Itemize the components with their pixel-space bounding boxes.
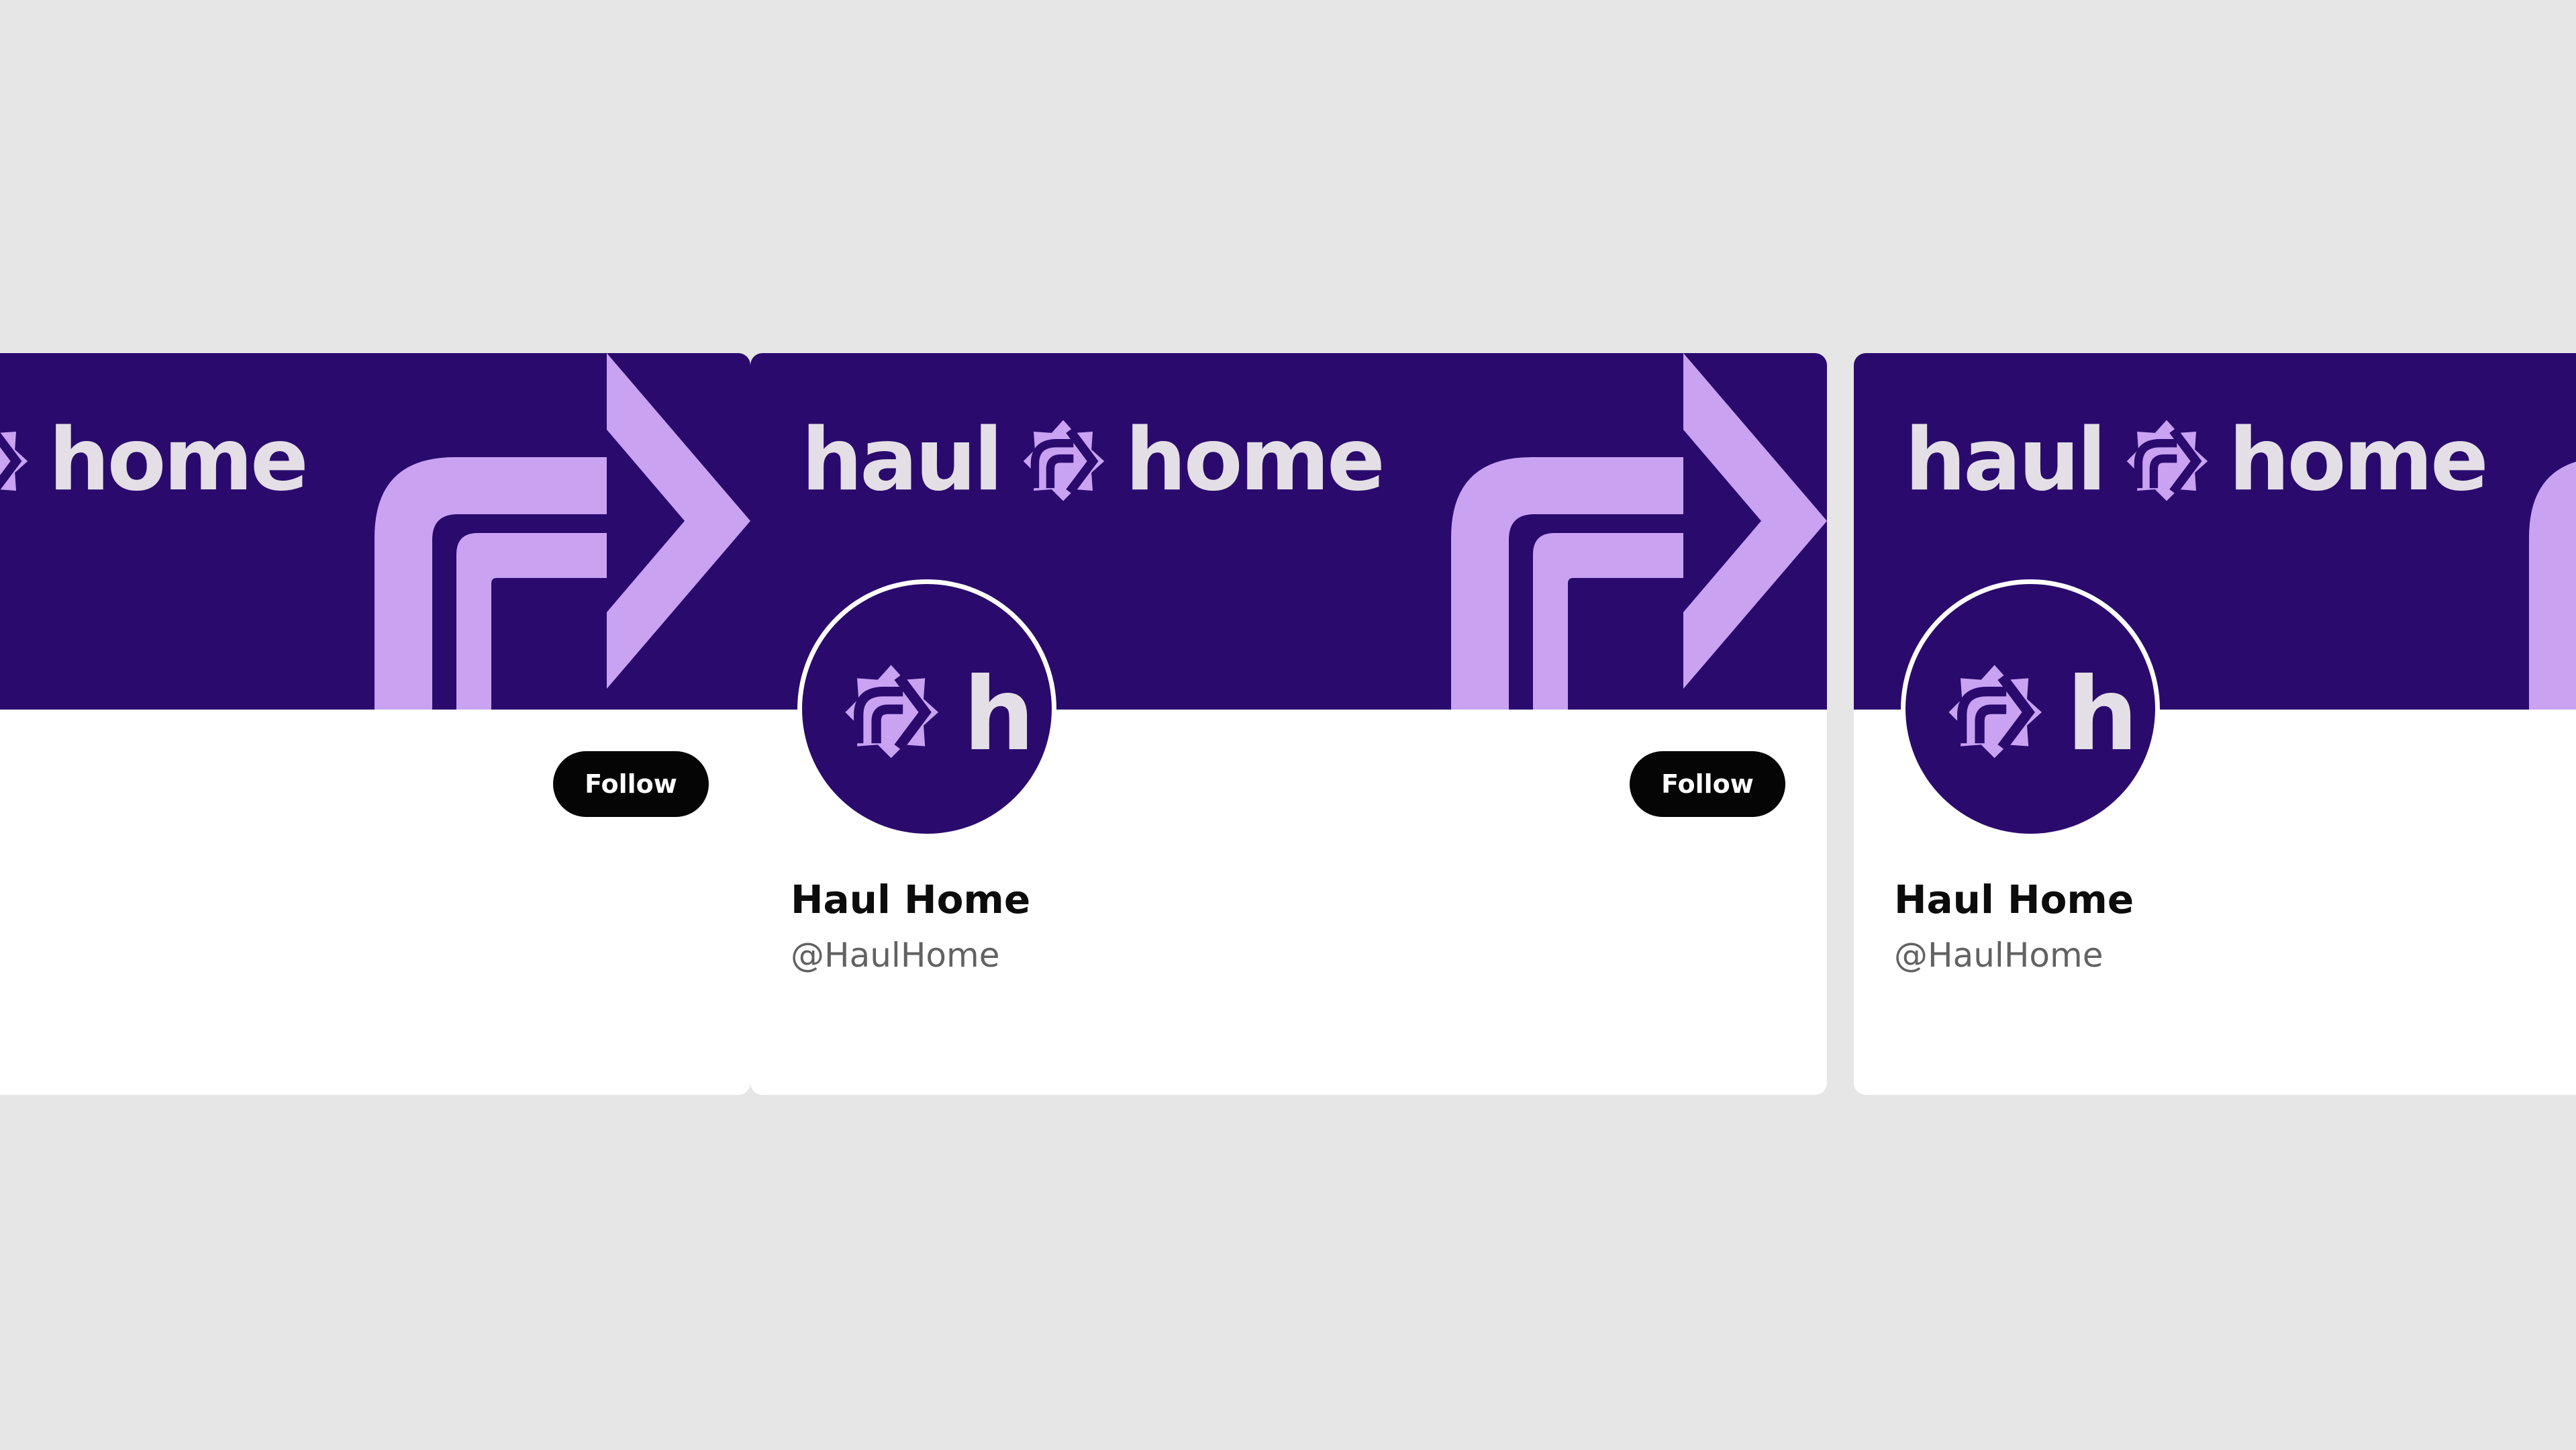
profile-banner: haul home xyxy=(0,353,750,710)
profile-card[interactable]: haul home h Haul Home @HaulHome xyxy=(1854,353,2576,1095)
haul-home-avatar-logo-icon: h xyxy=(802,657,1035,773)
banner-arrow-graphic xyxy=(364,353,750,710)
svg-text:h: h xyxy=(963,657,1035,773)
follow-button[interactable]: Follow xyxy=(1630,751,1785,817)
profile-card-carousel: haul home Follow haul home xyxy=(0,0,2576,1450)
profile-handle[interactable]: @HaulHome xyxy=(1894,936,2103,975)
profile-handle[interactable]: @HaulHome xyxy=(791,936,999,975)
profile-display-name[interactable]: Haul Home xyxy=(791,877,1030,922)
avatar[interactable]: h xyxy=(1901,579,2160,838)
haul-home-avatar-logo-icon: h xyxy=(1905,657,2138,773)
profile-display-name[interactable]: Haul Home xyxy=(1894,877,2134,922)
avatar[interactable]: h xyxy=(797,579,1056,838)
avatar-logo: h xyxy=(802,584,1052,834)
svg-text:h: h xyxy=(2067,657,2138,773)
follow-button[interactable]: Follow xyxy=(553,751,709,817)
profile-card[interactable]: haul home h Follow Haul Home @HaulHome xyxy=(750,353,1827,1095)
profile-card[interactable]: haul home Follow xyxy=(0,353,750,1095)
avatar-logo: h xyxy=(1905,584,2155,834)
